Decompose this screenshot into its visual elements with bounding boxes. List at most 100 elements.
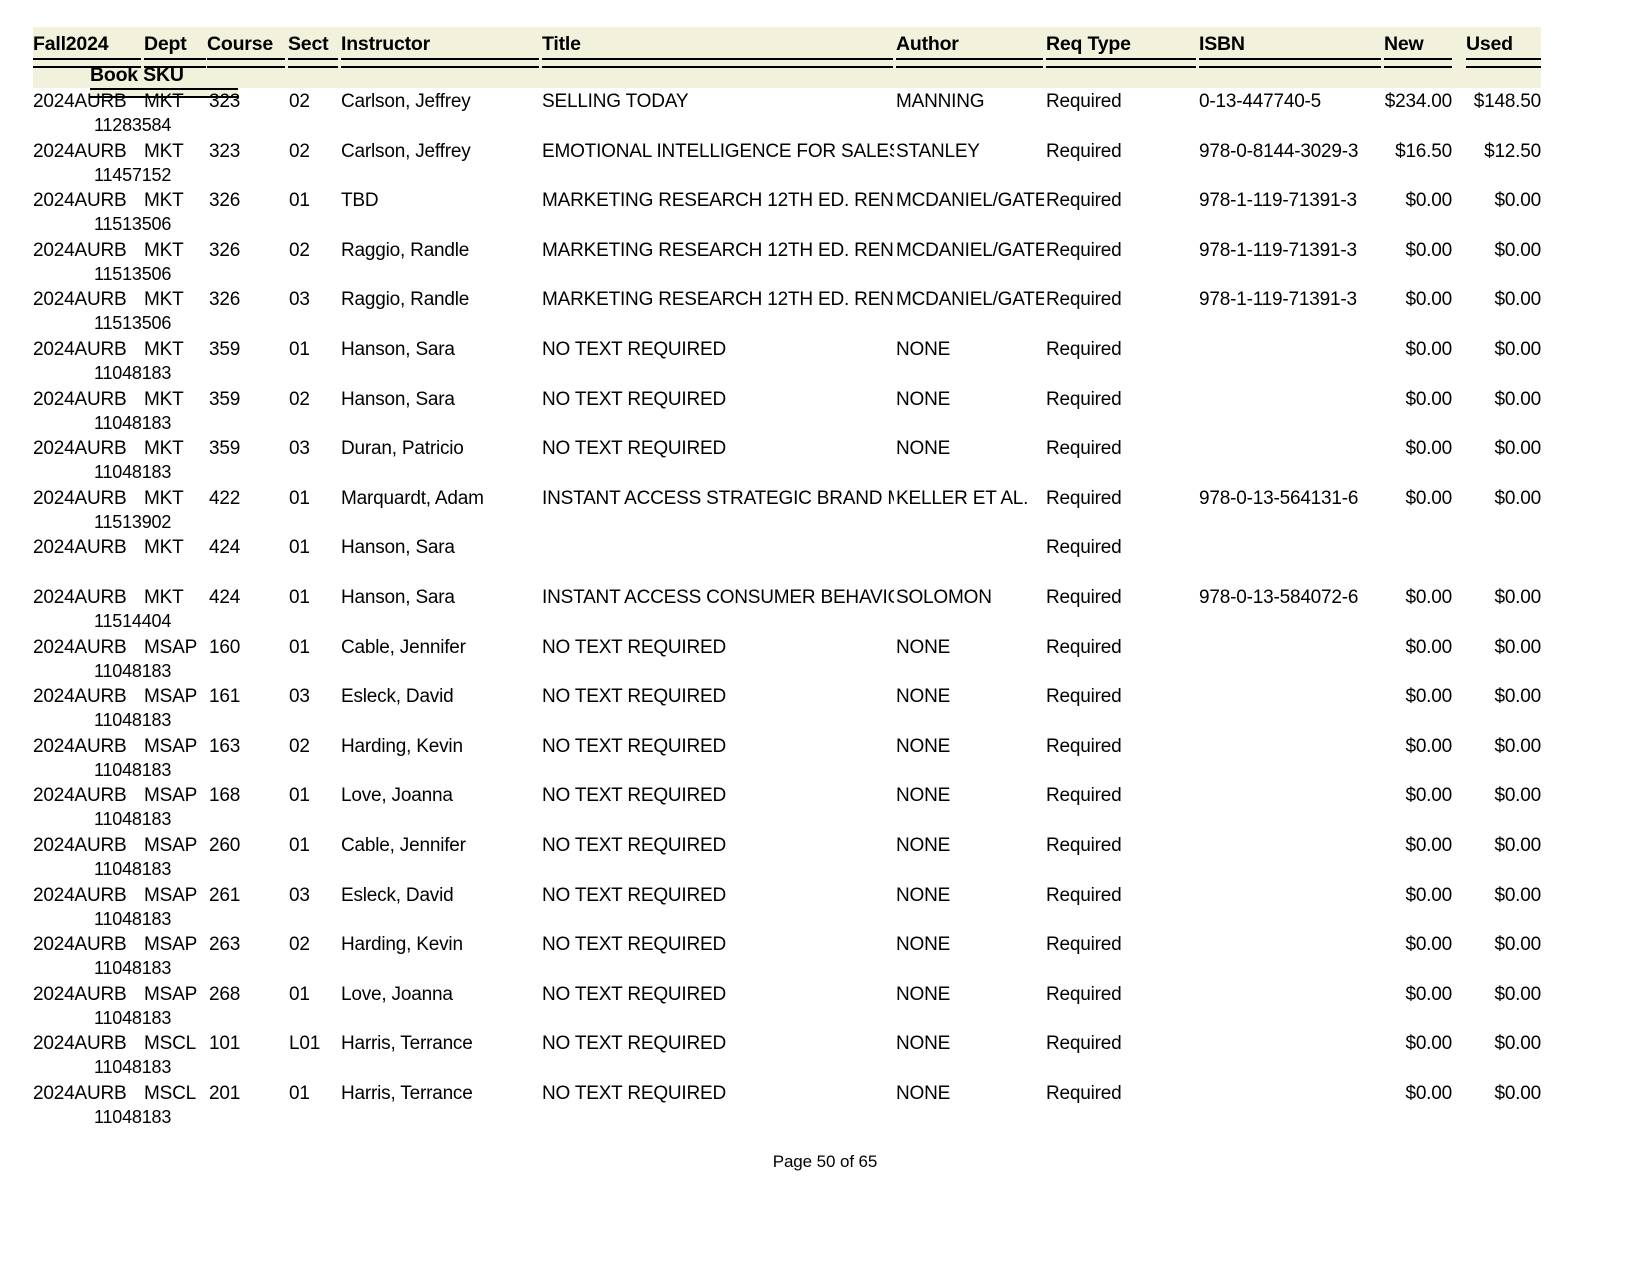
cell-term: 2024AURB	[33, 686, 127, 708]
cell-book-sku: 11048183	[94, 759, 172, 780]
cell-course: 359	[209, 338, 241, 360]
cell-term: 2024AURB	[33, 91, 127, 112]
cell-book-sku: 11048183	[94, 462, 172, 483]
cell-author: NONE	[896, 884, 951, 906]
cell-new-price: $0.00	[1405, 586, 1452, 608]
cell-term: 2024AURB	[33, 834, 127, 856]
cell-course: 260	[209, 834, 241, 856]
cell-sect: 01	[289, 785, 310, 807]
cell-new-price: $16.50	[1395, 140, 1452, 162]
cell-title: NO TEXT REQUIRED	[542, 983, 727, 1005]
cell-author: MCDANIEL/GATES	[896, 190, 1044, 212]
cell-author: NONE	[896, 636, 951, 658]
cell-title: NO TEXT REQUIRED	[542, 686, 727, 708]
cell-used-price: $0.00	[1494, 239, 1541, 261]
column-header-sect: Sect	[288, 33, 329, 55]
cell-instructor: Carlson, Jeffrey	[341, 91, 471, 112]
cell-new-price: $0.00	[1405, 487, 1452, 509]
cell-instructor: Harris, Terrance	[341, 1082, 473, 1104]
cell-course: 261	[209, 884, 241, 906]
cell-book-sku: 11514404	[94, 610, 172, 631]
cell-instructor: Esleck, David	[341, 884, 454, 906]
table-row: 2024AURB MSCL 101 L01 Harris, Terrance NO TEX…	[0, 1030, 1650, 1080]
column-header-used: Used	[1466, 33, 1513, 55]
cell-used-price: $0.00	[1494, 636, 1541, 658]
table-row: 2024AURB MSCL 201 01 Harris, Terrance NO TEXT…	[0, 1080, 1650, 1130]
cell-sect: 03	[289, 289, 310, 311]
cell-sect: 01	[289, 537, 310, 559]
cell-new-price: $0.00	[1405, 190, 1452, 212]
cell-book-sku: 11048183	[94, 958, 172, 979]
cell-dept: MKT	[144, 586, 184, 608]
column-header-dept: Dept	[144, 33, 187, 55]
cell-new-price: $0.00	[1405, 438, 1452, 460]
cell-req-type: Required	[1046, 537, 1122, 559]
cell-dept: MKT	[144, 537, 184, 559]
column-header-instructor: Instructor	[341, 33, 431, 55]
cell-title: NO TEXT REQUIRED	[542, 388, 727, 410]
header-rule-used	[1466, 58, 1541, 68]
cell-book-sku: 11048183	[94, 1106, 172, 1127]
cell-instructor: Raggio, Randle	[341, 239, 470, 261]
cell-new-price: $0.00	[1405, 1082, 1452, 1104]
table-row: 2024AURB MKT 359 03 Duran, Patricio NO TEXT R…	[0, 435, 1650, 485]
header-rule-sect	[288, 58, 338, 68]
table-row: 2024AURB MKT 326 02 Raggio, Randle MARKETING …	[0, 237, 1650, 287]
cell-term: 2024AURB	[33, 934, 127, 956]
cell-sect: 03	[289, 438, 310, 460]
cell-req-type: Required	[1046, 487, 1122, 509]
cell-term: 2024AURB	[33, 537, 127, 559]
cell-used-price: $0.00	[1494, 785, 1541, 807]
cell-req-type: Required	[1046, 438, 1122, 460]
cell-author: NONE	[896, 338, 951, 360]
column-header-req-type: Req Type	[1046, 33, 1131, 55]
cell-dept: MKT	[144, 438, 184, 460]
cell-term: 2024AURB	[33, 438, 127, 460]
cell-title: INSTANT ACCESS STRATEGIC BRAND MA	[542, 487, 894, 509]
cell-used-price: $0.00	[1494, 884, 1541, 906]
cell-instructor: Hanson, Sara	[341, 388, 455, 410]
cell-dept: MSCL	[144, 1082, 196, 1104]
report-rows: 2024AURB MKT 323 02 Carlson, Jeffrey SELLING …	[0, 88, 1650, 1129]
cell-course: 359	[209, 388, 241, 410]
textbook-report-page: Fall2024 Dept Course Sect Instructor Tit…	[0, 0, 1650, 1275]
cell-instructor: Carlson, Jeffrey	[341, 140, 471, 162]
cell-author: NONE	[896, 388, 951, 410]
cell-dept: MSAP	[144, 884, 198, 906]
cell-author: KELLER ET AL.	[896, 487, 1029, 509]
header-rule-course	[207, 58, 285, 68]
cell-req-type: Required	[1046, 636, 1122, 658]
cell-title: NO TEXT REQUIRED	[542, 1033, 727, 1055]
cell-author: NONE	[896, 785, 951, 807]
cell-course: 326	[209, 239, 241, 261]
cell-req-type: Required	[1046, 834, 1122, 856]
cell-sect: L01	[289, 1033, 321, 1055]
cell-title: EMOTIONAL INTELLIGENCE FOR SALES	[542, 140, 894, 162]
cell-term: 2024AURB	[33, 1082, 127, 1104]
cell-dept: MKT	[144, 239, 184, 261]
cell-sect: 01	[289, 983, 310, 1005]
cell-sect: 01	[289, 586, 310, 608]
cell-new-price: $0.00	[1405, 289, 1452, 311]
cell-course: 263	[209, 934, 241, 956]
cell-author: MCDANIEL/GATES	[896, 289, 1044, 311]
cell-new-price: $234.00	[1384, 91, 1452, 112]
header-rule-instructor	[341, 58, 539, 68]
cell-title: NO TEXT REQUIRED	[542, 834, 727, 856]
cell-sect: 01	[289, 636, 310, 658]
cell-title: NO TEXT REQUIRED	[542, 735, 727, 757]
header-rule-author	[896, 58, 1043, 68]
cell-book-sku: 11048183	[94, 362, 172, 383]
cell-sect: 01	[289, 1082, 310, 1104]
cell-book-sku: 11048183	[94, 412, 172, 433]
cell-title: NO TEXT REQUIRED	[542, 636, 727, 658]
cell-used-price: $0.00	[1494, 1033, 1541, 1055]
cell-used-price: $148.50	[1473, 91, 1541, 112]
cell-sect: 03	[289, 884, 310, 906]
column-header-book-sku: Book SKU	[90, 64, 184, 86]
cell-dept: MKT	[144, 338, 184, 360]
cell-course: 168	[209, 785, 241, 807]
column-header-new: New	[1384, 33, 1424, 55]
cell-dept: MSAP	[144, 934, 198, 956]
cell-book-sku: 11048183	[94, 1057, 172, 1078]
